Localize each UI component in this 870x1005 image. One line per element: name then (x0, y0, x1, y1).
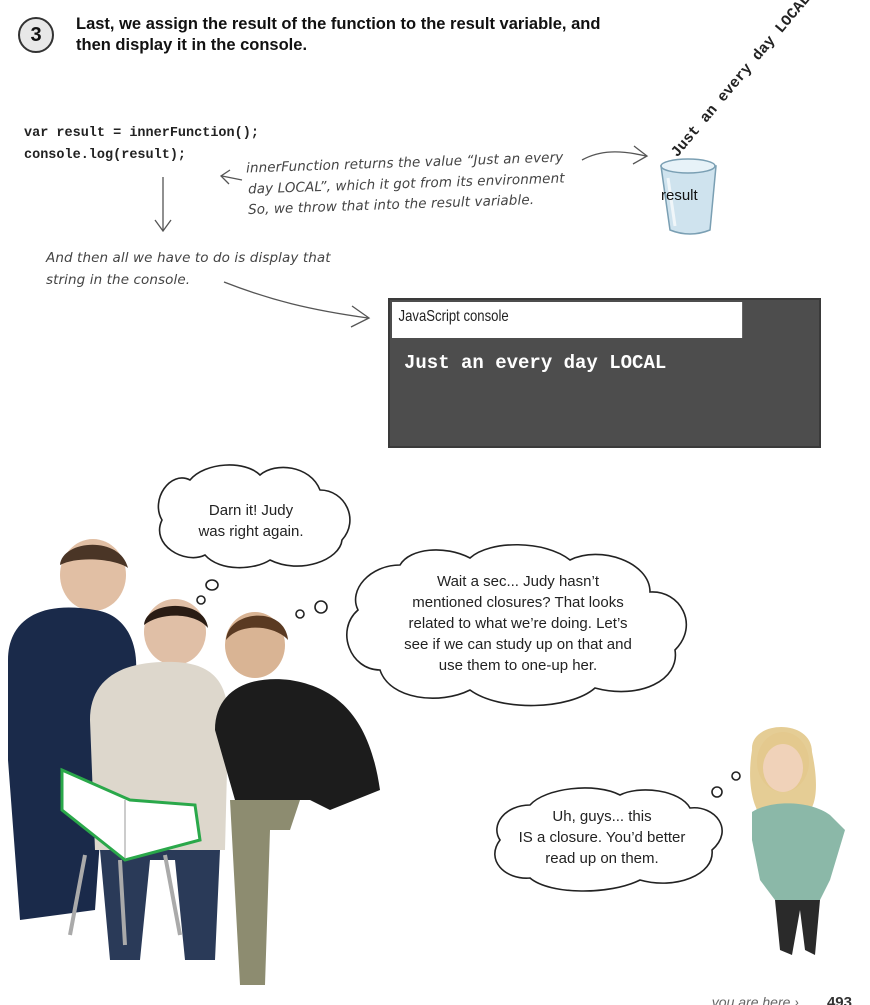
page-number: 493 (826, 994, 852, 1005)
bubble-darn-line: Darn it! Judy (208, 502, 294, 519)
arrow-to-code-icon (219, 169, 243, 185)
bubble-wait-line: use them to one-up her. (438, 657, 598, 674)
bubble-wait-line: Wait a sec... Judy hasn’t (436, 573, 599, 590)
bubble-judy-line: read up on them. (545, 850, 659, 867)
bubble-judy-line: Uh, guys... this (552, 808, 652, 825)
bubble-darn-line: was right again. (198, 523, 304, 540)
page-footer: you are here › 493 (712, 994, 852, 1005)
bubble-judy-text: Uh, guys... this IS a closure. You’d bet… (497, 806, 707, 869)
arrow-to-cup-icon (581, 145, 649, 165)
drawing-layer (8, 145, 845, 985)
bubble-wait-text: Wait a sec... Judy hasn’t mentioned clos… (378, 571, 658, 676)
bubble-judy-line: IS a closure. You’d better (518, 829, 686, 846)
arrow-to-console-icon (223, 281, 371, 328)
bubble-wait-line: related to what we’re doing. Let’s (408, 615, 628, 632)
console-title: JavaScript console (392, 302, 743, 338)
result-cup-label: result (661, 187, 698, 204)
bubble-wait-line: see if we can study up on that and (404, 636, 632, 653)
woman-illustration (750, 727, 845, 955)
bubble-darn-text: Darn it! Judy was right again. (186, 500, 316, 542)
you-are-here: you are here › (711, 994, 799, 1005)
bubble-wait-line: mentioned closures? That looks (412, 594, 624, 611)
javascript-console: JavaScript console Just an every day LOC… (388, 298, 821, 448)
arrow-down-icon (154, 177, 172, 233)
console-output: Just an every day LOCAL (404, 352, 667, 374)
